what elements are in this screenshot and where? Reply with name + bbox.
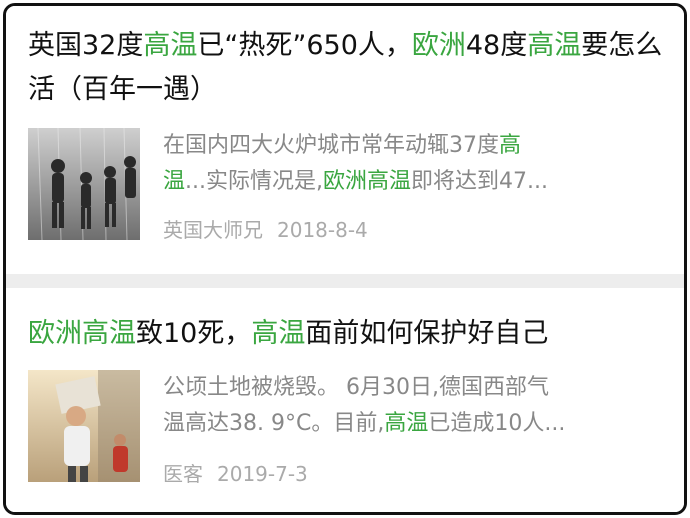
article-title[interactable]: 欧洲高温致10死，高温面前如何保护好自己	[28, 312, 666, 356]
article-meta: 医客 2019-7-3	[163, 458, 308, 487]
article-date: 2019-7-3	[217, 462, 308, 486]
title-highlight: 欧洲高温	[28, 318, 136, 349]
children-fountain-thumbnail[interactable]	[28, 128, 140, 240]
article-snippet: 公顷土地被烧毁。 6月30日,德国西部气 温高达38. 9°C。目前,高温已造成…	[163, 375, 566, 436]
title-text: 48度	[465, 30, 528, 61]
article-snippet: 在国内四大火炉城市常年动辄37度高 温...实际情况是,欧洲高温即将达到47..…	[163, 133, 548, 194]
article-source: 英国大师兄	[163, 218, 263, 242]
title-text: 致10死，	[136, 318, 252, 349]
title-highlight: 高温	[143, 30, 198, 61]
title-highlight: 欧洲	[411, 30, 466, 61]
card-divider	[6, 274, 684, 288]
search-results-panel: 英国32度高温已“热死”650人，欧洲48度高温要怎么活（百年一遇） 在国内四大…	[3, 3, 687, 515]
article-date: 2018-8-4	[277, 218, 368, 242]
title-text: 面前如何保护好自己	[305, 318, 549, 349]
article-meta: 英国大师兄 2018-8-4	[163, 214, 368, 243]
title-text: 已“热死”650人，	[197, 30, 412, 61]
title-highlight: 高温	[251, 318, 306, 349]
article-card[interactable]: 欧洲高温致10死，高温面前如何保护好自己 公顷土地被烧毁。 6月30日,德国西部…	[6, 288, 684, 512]
article-source: 医客	[163, 462, 203, 486]
title-text: 英国32度	[28, 30, 144, 61]
woman-shading-sun-thumbnail[interactable]	[28, 370, 140, 482]
title-highlight: 高温	[527, 30, 582, 61]
article-title[interactable]: 英国32度高温已“热死”650人，欧洲48度高温要怎么活（百年一遇）	[28, 24, 666, 112]
article-card[interactable]: 英国32度高温已“热死”650人，欧洲48度高温要怎么活（百年一遇） 在国内四大…	[6, 6, 684, 274]
